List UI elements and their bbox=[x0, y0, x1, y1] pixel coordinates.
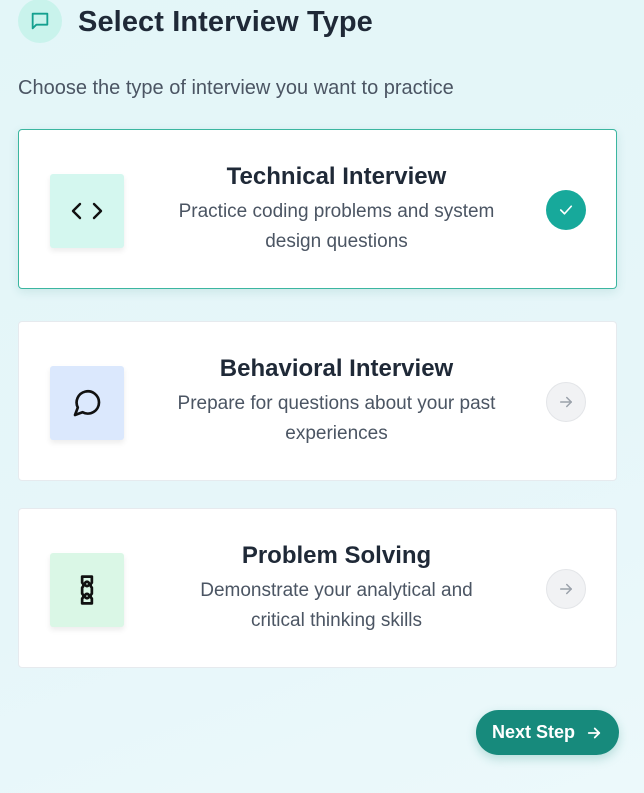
arrow-right-icon bbox=[546, 382, 586, 422]
option-description-line: critical thinking skills bbox=[250, 610, 423, 631]
option-card-problem-solving[interactable]: Problem Solving Demonstrate your analyti… bbox=[18, 508, 617, 668]
page-subtitle: Choose the type of interview you want to… bbox=[18, 77, 454, 99]
option-text: Problem Solving Demonstrate your analyti… bbox=[149, 542, 524, 636]
puzzle-icon bbox=[50, 553, 124, 627]
next-step-label: Next Step bbox=[491, 722, 576, 742]
option-title: Behavioral Interview bbox=[219, 355, 454, 382]
option-card-behavioral[interactable]: Behavioral Interview Prepare for questio… bbox=[18, 321, 617, 481]
message-circle-icon bbox=[50, 366, 124, 440]
option-description: Practice coding problems and system desi… bbox=[149, 197, 524, 257]
next-step-button[interactable]: Next Step bbox=[476, 710, 619, 755]
page-title: Select Interview Type bbox=[78, 5, 373, 38]
option-title: Problem Solving bbox=[241, 542, 432, 569]
option-description-line: Practice coding problems and system bbox=[178, 201, 495, 222]
option-description-line: experiences bbox=[285, 423, 388, 444]
option-description: Demonstrate your analytical and critical… bbox=[149, 576, 524, 636]
arrow-right-icon bbox=[585, 724, 603, 742]
option-text: Technical Interview Practice coding prob… bbox=[149, 163, 524, 257]
code-icon bbox=[50, 174, 124, 248]
option-card-technical[interactable]: Technical Interview Practice coding prob… bbox=[18, 129, 617, 289]
page-header: Select Interview Type bbox=[18, 0, 373, 46]
message-square-icon bbox=[18, 0, 62, 43]
arrow-right-icon bbox=[546, 569, 586, 609]
option-title: Technical Interview bbox=[226, 163, 447, 190]
option-description: Prepare for questions about your past ex… bbox=[149, 389, 524, 449]
check-icon bbox=[546, 190, 586, 230]
option-description-line: design questions bbox=[265, 231, 408, 252]
option-description-line: Prepare for questions about your past bbox=[177, 393, 496, 414]
option-text: Behavioral Interview Prepare for questio… bbox=[149, 355, 524, 449]
option-description-line: Demonstrate your analytical and bbox=[200, 580, 473, 601]
